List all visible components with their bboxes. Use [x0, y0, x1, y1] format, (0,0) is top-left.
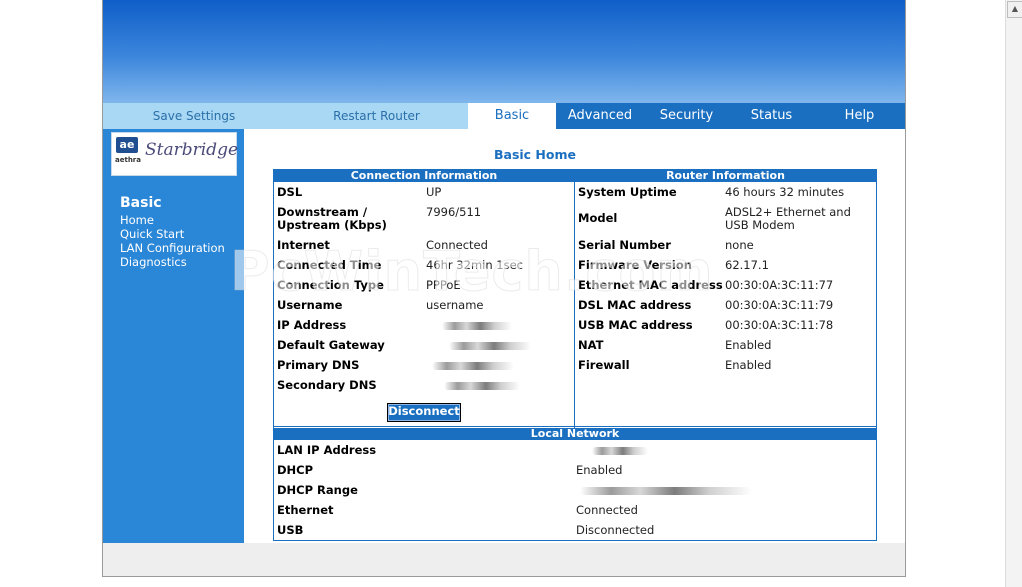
- system-uptime-label: System Uptime: [578, 185, 677, 199]
- tab-help[interactable]: Help: [814, 103, 905, 129]
- firewall-label: Firewall: [578, 358, 630, 372]
- lan-ip-label: LAN IP Address: [277, 443, 377, 457]
- serial-number-value: none: [725, 238, 754, 252]
- footer-bar: [103, 543, 905, 576]
- firmware-version-value: 62.17.1: [725, 258, 769, 272]
- usb-mac-label: USB MAC address: [578, 318, 693, 332]
- downstream-upstream-value: 7996/511: [426, 205, 482, 219]
- dsl-mac-value: 00:30:0A:3C:11:79: [725, 298, 834, 312]
- tab-advanced[interactable]: Advanced: [556, 103, 644, 129]
- usb-label: USB: [277, 523, 304, 537]
- connection-info-header: Connection Information: [274, 170, 574, 182]
- ip-address-label: IP Address: [277, 318, 347, 332]
- info-panel: Connection Information Router Informatio…: [273, 169, 877, 541]
- default-gateway-label: Default Gateway: [277, 338, 385, 352]
- downstream-upstream-label: Downstream / Upstream (Kbps): [277, 205, 387, 232]
- usb-mac-value: 00:30:0A:3C:11:78: [725, 318, 834, 332]
- disconnect-button[interactable]: Disconnect: [387, 403, 461, 422]
- ethernet-value: Connected: [576, 503, 638, 517]
- firewall-value: Enabled: [725, 358, 772, 372]
- sidebar-item-quick-start[interactable]: Quick Start: [120, 227, 184, 241]
- model-label: Model: [578, 211, 618, 225]
- sidebar-item-diagnostics[interactable]: Diagnostics: [120, 255, 187, 269]
- tab-strip: Basic Advanced Security Status Help: [468, 103, 905, 129]
- menu-bar: Save Settings Restart Router Basic Advan…: [103, 103, 905, 129]
- sidebar-heading: Basic: [120, 195, 162, 211]
- primary-dns-redacted: [432, 362, 514, 370]
- ethernet-mac-value: 00:30:0A:3C:11:77: [725, 278, 834, 292]
- router-info-header: Router Information: [575, 170, 876, 182]
- watermark: PcWinTech.com: [230, 240, 714, 304]
- primary-dns-label: Primary DNS: [277, 358, 360, 372]
- restart-router-link[interactable]: Restart Router: [285, 103, 468, 129]
- nat-value: Enabled: [725, 338, 772, 352]
- page-title: Basic Home: [493, 147, 576, 162]
- sidebar-item-home[interactable]: Home: [120, 213, 154, 227]
- nat-label: NAT: [578, 338, 604, 352]
- system-uptime-value: 46 hours 32 minutes: [725, 185, 845, 199]
- tab-security[interactable]: Security: [644, 103, 729, 129]
- dsl-value: UP: [426, 185, 442, 199]
- secondary-dns-redacted: [444, 382, 520, 390]
- logo-mark: ae: [116, 137, 138, 153]
- default-gateway-redacted: [449, 342, 531, 350]
- scroll-up-arrow-icon[interactable]: ▲: [1007, 1, 1022, 18]
- save-settings-link[interactable]: Save Settings: [103, 103, 285, 129]
- dhcp-label: DHCP: [277, 463, 314, 477]
- sidebar-item-lan-configuration[interactable]: LAN Configuration: [120, 241, 225, 255]
- logo-subtext: aethra: [115, 156, 141, 164]
- dsl-label: DSL: [277, 185, 303, 199]
- lan-ip-redacted: [592, 447, 648, 455]
- local-network-header: Local Network: [274, 428, 876, 440]
- model-value: ADSL2+ Ethernet and USB Modem: [725, 205, 851, 232]
- dhcp-value: Enabled: [576, 463, 623, 477]
- tab-status[interactable]: Status: [729, 103, 814, 129]
- logo-name: Starbridge: [145, 140, 239, 160]
- secondary-dns-label: Secondary DNS: [277, 378, 377, 392]
- aethra-starbridge-logo: ae aethra Starbridge: [111, 132, 239, 176]
- ip-address-redacted: [442, 322, 512, 330]
- sidebar: ae aethra Starbridge Basic Home Quick St…: [103, 129, 244, 543]
- vertical-scrollbar[interactable]: ▲: [1005, 0, 1022, 587]
- dhcp-range-redacted: [580, 487, 752, 495]
- usb-value: Disconnected: [576, 523, 655, 537]
- header-banner: [103, 0, 905, 103]
- dhcp-range-label: DHCP Range: [277, 483, 358, 497]
- ethernet-label: Ethernet: [277, 503, 334, 517]
- tab-basic[interactable]: Basic: [468, 103, 556, 129]
